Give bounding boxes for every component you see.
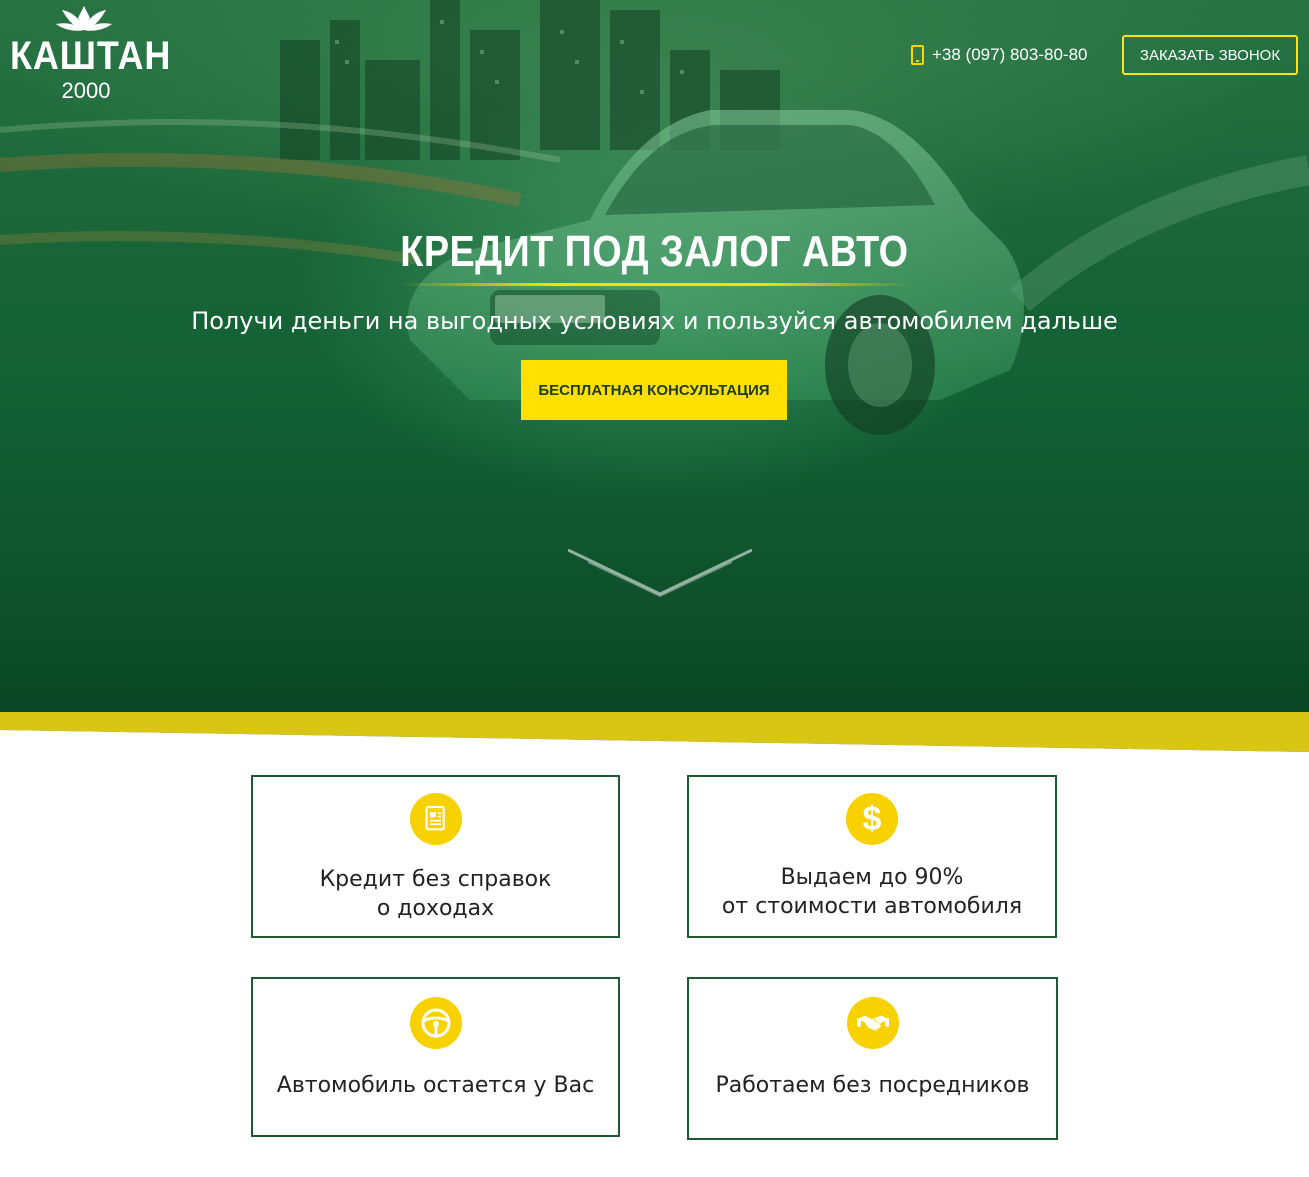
feature-text: Работаем без посредников (715, 1073, 1030, 1098)
hero-title: КРЕДИТ ПОД ЗАЛОГ АВТО (400, 227, 909, 276)
feature-card-no-income-proof: Кредит без справок о доходах (251, 775, 620, 938)
title-underline (400, 283, 910, 286)
feature-line-2: о доходах (376, 896, 495, 921)
feature-text: Выдаем до 90% от стоимости автомобиля (689, 863, 1055, 921)
steering-wheel-icon (409, 997, 462, 1049)
feature-line-1: Выдаем до 90% (780, 865, 964, 890)
free-consultation-button[interactable]: БЕСПЛАТНАЯ КОНСУЛЬТАЦИЯ (521, 360, 787, 420)
dollar-icon: $ (846, 793, 898, 845)
document-icon (409, 793, 462, 845)
chestnut-leaf-icon (56, 6, 112, 31)
feature-card-90-percent: $ Выдаем до 90% от стоимости автомобиля (687, 775, 1057, 938)
phone-number: +38 (097) 803-80-80 (932, 45, 1088, 64)
feature-card-car-stays: Автомобиль остается у Вас (251, 977, 620, 1137)
hero-section: КАШТАН 2000 +38 (097) 803-80-80 ЗАКАЗАТЬ… (0, 0, 1309, 760)
logo-name: КАШТАН (10, 34, 172, 78)
feature-line-2: от стоимости автомобиля (721, 894, 1023, 919)
chevron-down-icon[interactable] (568, 532, 752, 602)
feature-text: Кредит без справок о доходах (253, 865, 618, 923)
hero-subtitle: Получи деньги на выгодных условиях и пол… (191, 307, 1118, 335)
logo[interactable]: КАШТАН 2000 (10, 4, 172, 104)
feature-card-no-intermediaries: Работаем без посредников (687, 977, 1058, 1140)
yellow-divider (0, 712, 1309, 760)
handshake-icon (846, 997, 899, 1049)
phone-icon (911, 45, 924, 65)
feature-line-1: Кредит без справок (319, 867, 552, 892)
order-call-button[interactable]: ЗАКАЗАТЬ ЗВОНОК (1122, 35, 1298, 75)
feature-text: Автомобиль остается у Вас (276, 1073, 595, 1098)
logo-year: 2000 (61, 78, 111, 103)
phone-contact[interactable]: +38 (097) 803-80-80 (911, 43, 1087, 67)
